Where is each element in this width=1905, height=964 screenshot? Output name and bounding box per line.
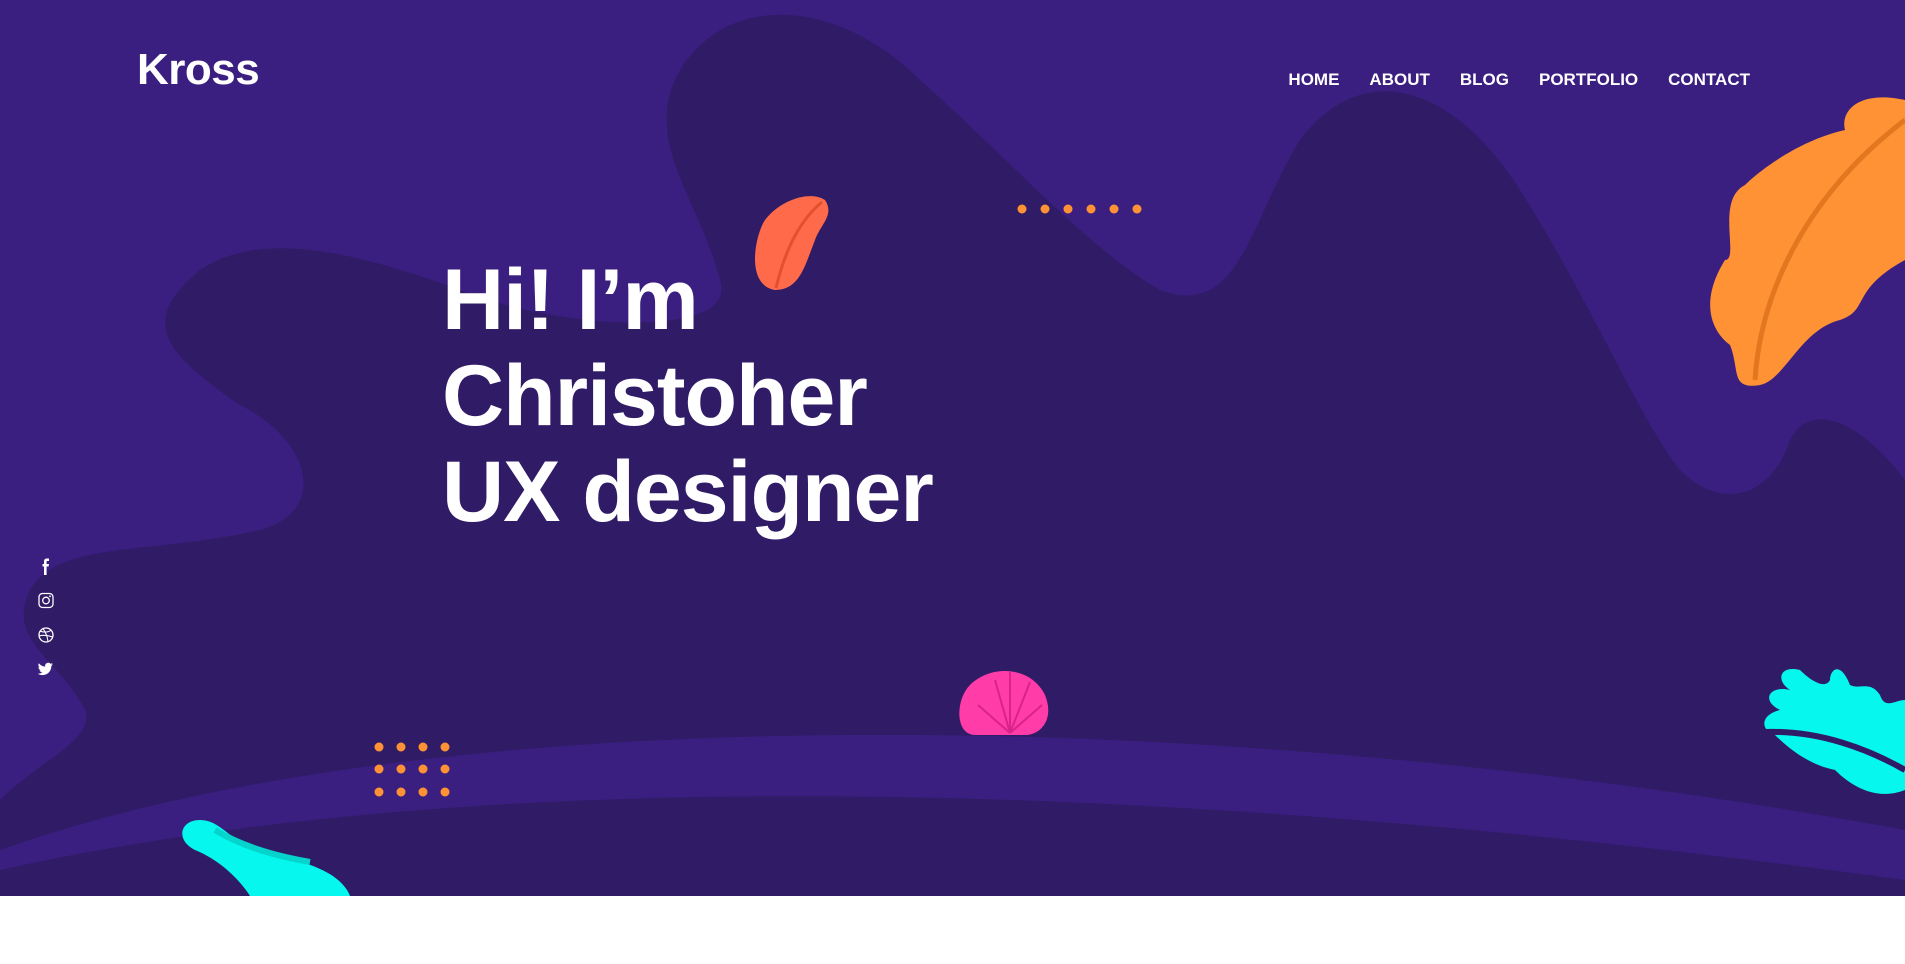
hero-line-greeting: Hi! I’m — [442, 252, 699, 348]
hero-line-name: Christoher — [442, 348, 868, 444]
instagram-icon[interactable] — [36, 592, 56, 610]
hero-headline: Hi! I’m Christoher UX designer — [442, 252, 934, 540]
nav-home-link[interactable]: HOME — [1288, 70, 1339, 90]
orange-leaf-decoration — [1710, 97, 1905, 386]
social-links — [36, 558, 56, 678]
nav-portfolio-link[interactable]: PORTFOLIO — [1539, 70, 1638, 90]
facebook-icon[interactable] — [36, 558, 56, 576]
hero-background-art — [0, 14, 1905, 896]
nav-about-link[interactable]: ABOUT — [1369, 70, 1429, 90]
nav-contact-link[interactable]: CONTACT — [1668, 70, 1750, 90]
dribbble-icon[interactable] — [36, 626, 56, 644]
main-nav: HOME ABOUT BLOG PORTFOLIO CONTACT — [1288, 70, 1750, 90]
twitter-icon[interactable] — [36, 660, 56, 678]
hero-line-role: UX designer — [442, 444, 934, 540]
nav-blog-link[interactable]: BLOG — [1460, 70, 1509, 90]
hero-section: Kross HOME ABOUT BLOG PORTFOLIO CONTACT … — [0, 0, 1905, 896]
brand-logo[interactable]: Kross — [137, 48, 260, 92]
